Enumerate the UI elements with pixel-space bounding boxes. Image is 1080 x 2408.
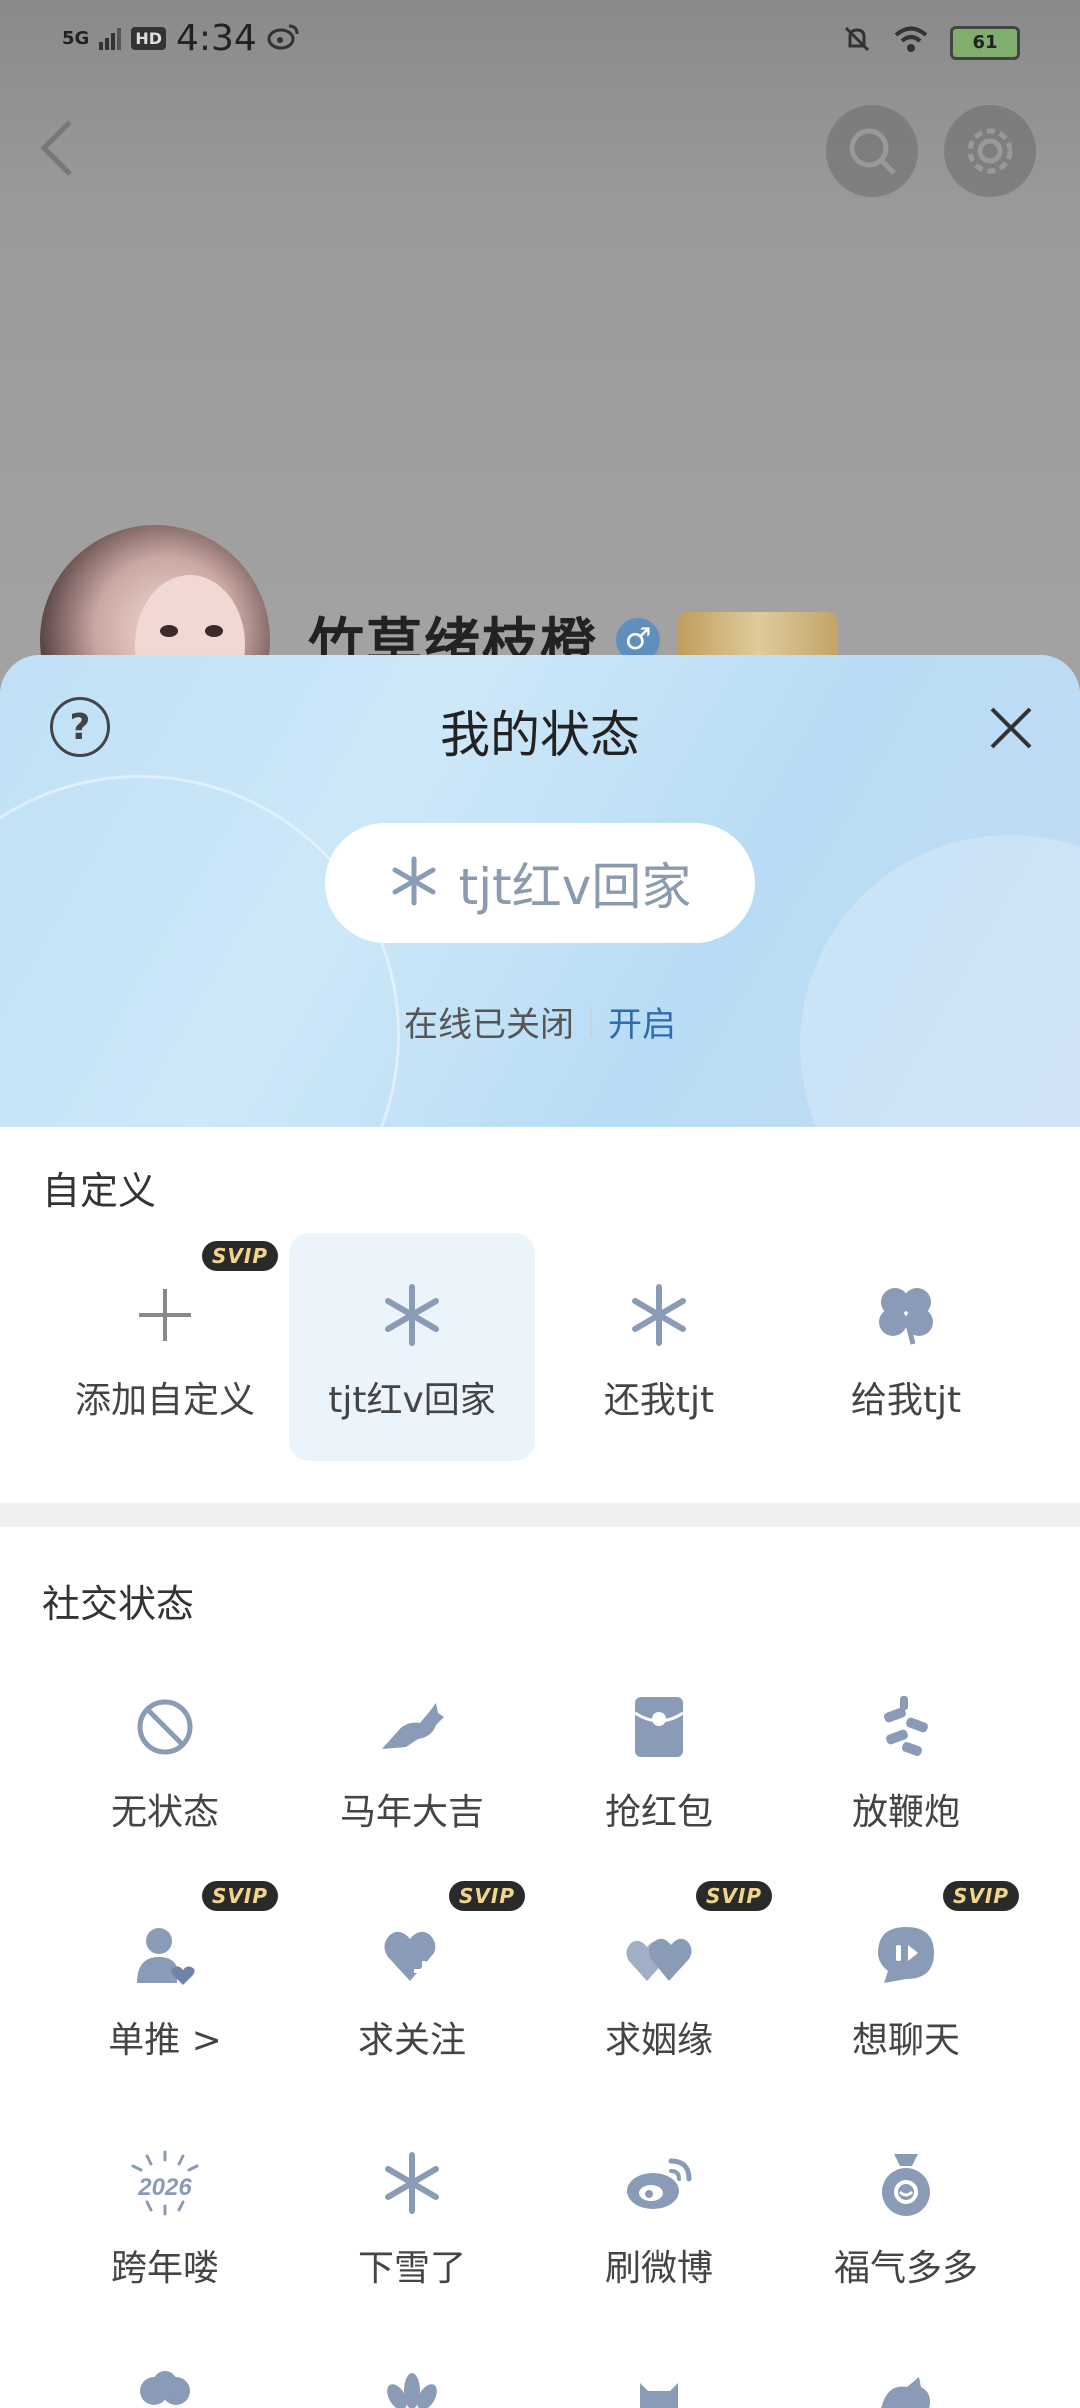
status-label: 添加自定义 bbox=[74, 1380, 255, 1421]
status-label: 无状态 bbox=[110, 1792, 219, 1833]
battery-indicator: 61 bbox=[950, 25, 1020, 60]
wifi-icon bbox=[894, 22, 928, 63]
status-option[interactable]: 无状态 bbox=[42, 1645, 288, 1873]
svip-badge: SVIP bbox=[449, 1881, 525, 1911]
cat-icon bbox=[536, 2369, 782, 2408]
decorative-wave bbox=[800, 835, 1080, 1127]
red-envelope-icon bbox=[621, 1689, 697, 1765]
year-text: 2026 bbox=[137, 2174, 192, 2201]
next-row-preview bbox=[42, 2369, 1038, 2408]
status-option[interactable]: 还我tjt bbox=[536, 1233, 782, 1461]
bird-icon bbox=[783, 2369, 1029, 2408]
status-label: 想聊天 bbox=[851, 2020, 960, 2061]
signal-icon bbox=[99, 18, 122, 59]
status-option[interactable]: 2026 跨年喽 bbox=[42, 2101, 288, 2329]
status-option[interactable]: SVIP 想聊天 bbox=[783, 1873, 1029, 2101]
current-status-pill[interactable]: tjt红v回家 bbox=[325, 823, 755, 943]
search-icon bbox=[849, 128, 896, 175]
mute-icon bbox=[842, 22, 872, 63]
status-option[interactable]: SVIP 求姻缘 bbox=[536, 1873, 782, 2101]
sheet-title: 我的状态 bbox=[440, 706, 640, 764]
status-option[interactable]: 马年大吉 bbox=[289, 1645, 535, 1873]
social-section-title: 社交状态 bbox=[42, 1582, 195, 1626]
divider bbox=[590, 1006, 592, 1037]
add-custom-status[interactable]: SVIP 添加自定义 bbox=[42, 1233, 288, 1461]
svip-badge: SVIP bbox=[696, 1881, 772, 1911]
fortune-bag-icon bbox=[868, 2145, 944, 2221]
lotus-icon bbox=[289, 2369, 535, 2408]
status-label: 求姻缘 bbox=[604, 2020, 713, 2061]
clover-icon bbox=[42, 2369, 288, 2408]
status-option[interactable]: SVIP 求关注 bbox=[289, 1873, 535, 2101]
avatar-eye bbox=[160, 625, 178, 637]
status-label: 福气多多 bbox=[833, 2248, 978, 2289]
weibo-icon bbox=[621, 2145, 697, 2221]
decorative-wave bbox=[0, 775, 400, 1127]
status-label: 下雪了 bbox=[357, 2248, 466, 2289]
snowflake-icon bbox=[621, 1277, 697, 1353]
online-status-row: 在线已关闭 开启 bbox=[0, 997, 1080, 1046]
svip-badge: SVIP bbox=[202, 1241, 278, 1271]
status-option[interactable]: 福气多多 bbox=[783, 2101, 1029, 2329]
chat-icon bbox=[868, 1917, 944, 1993]
horse-icon bbox=[374, 1689, 450, 1765]
hd-badge: HD bbox=[131, 27, 166, 50]
clock: 4:34 bbox=[175, 18, 257, 59]
avatar-eye bbox=[205, 625, 223, 637]
firecracker-icon bbox=[868, 1689, 944, 1765]
status-label: 抢红包 bbox=[604, 1792, 713, 1833]
svip-badge: SVIP bbox=[202, 1881, 278, 1911]
clover-icon bbox=[868, 1277, 944, 1353]
status-option[interactable]: 抢红包 bbox=[536, 1645, 782, 1873]
status-label: tjt红v回家 bbox=[328, 1380, 496, 1421]
status-label: 放鞭炮 bbox=[851, 1792, 960, 1833]
search-button[interactable] bbox=[826, 105, 918, 197]
person-heart-icon bbox=[127, 1917, 203, 1993]
status-option[interactable]: SVIP 单推 > bbox=[42, 1873, 288, 2101]
svip-badge: SVIP bbox=[943, 1881, 1019, 1911]
status-bar: 5G HD 4:34 61 bbox=[0, 0, 1080, 84]
plus-icon bbox=[127, 1277, 203, 1353]
settings-button[interactable] bbox=[944, 105, 1036, 197]
status-sheet: ? 我的状态 tjt红v回家 在线已关闭 开启 自定义 SVIP 添加自定义 t… bbox=[0, 655, 1080, 2408]
custom-status-grid: SVIP 添加自定义 tjt红v回家 还我tjt 给我tjt bbox=[42, 1233, 1038, 1461]
status-option-selected[interactable]: tjt红v回家 bbox=[289, 1233, 535, 1461]
current-status-label: tjt红v回家 bbox=[458, 858, 692, 916]
status-option[interactable]: 下雪了 bbox=[289, 2101, 535, 2329]
status-label: 给我tjt bbox=[850, 1380, 962, 1421]
status-label: 单推 > bbox=[108, 2020, 222, 2061]
hearts-icon bbox=[621, 1917, 697, 1993]
no-status-icon bbox=[127, 1689, 203, 1765]
snowflake-icon bbox=[374, 2145, 450, 2221]
status-option[interactable]: 放鞭炮 bbox=[783, 1645, 1029, 1873]
status-label: 还我tjt bbox=[603, 1380, 715, 1421]
year-2026-icon: 2026 bbox=[127, 2145, 203, 2221]
enable-online-link[interactable]: 开启 bbox=[608, 997, 676, 1046]
close-button[interactable] bbox=[988, 705, 1034, 751]
status-label: 求关注 bbox=[357, 2020, 466, 2061]
weibo-notification-icon bbox=[267, 18, 299, 59]
network-indicator: 5G bbox=[62, 28, 90, 49]
close-icon bbox=[990, 707, 1032, 749]
snowflake-icon bbox=[374, 1277, 450, 1353]
section-divider bbox=[0, 1503, 1080, 1527]
gear-icon bbox=[967, 128, 1013, 174]
back-button[interactable] bbox=[38, 118, 78, 178]
sheet-header: ? 我的状态 tjt红v回家 在线已关闭 开启 bbox=[0, 655, 1080, 1127]
custom-section-title: 自定义 bbox=[42, 1169, 157, 1213]
status-label: 马年大吉 bbox=[339, 1792, 484, 1833]
status-label: 刷微博 bbox=[604, 2248, 713, 2289]
online-status-text: 在线已关闭 bbox=[404, 1005, 574, 1045]
snowflake-icon bbox=[389, 856, 439, 910]
status-label: 跨年喽 bbox=[110, 2248, 219, 2289]
heart-plus-icon bbox=[374, 1917, 450, 1993]
status-option[interactable]: 给我tjt bbox=[783, 1233, 1029, 1461]
social-status-grid: 无状态 马年大吉 抢红包 放鞭炮 SVIP 单推 > SVIP 求关注 SVIP… bbox=[42, 1645, 1038, 2329]
status-option[interactable]: 刷微博 bbox=[536, 2101, 782, 2329]
